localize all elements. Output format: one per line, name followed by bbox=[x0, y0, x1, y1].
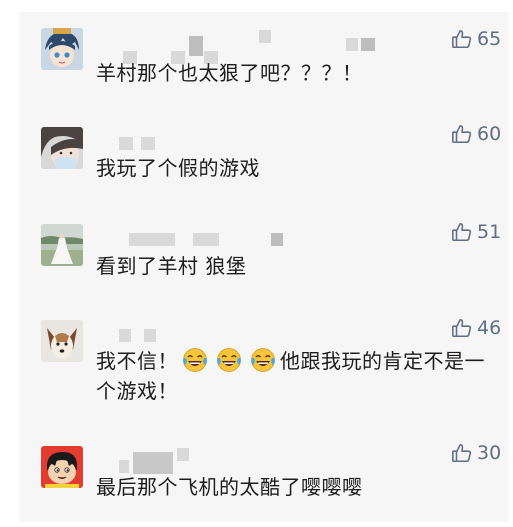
dog-icon bbox=[41, 320, 83, 362]
thumbs-up-icon bbox=[452, 318, 472, 338]
like-button[interactable]: 30 bbox=[451, 442, 501, 464]
like-count: 51 bbox=[477, 221, 502, 243]
person-face-icon bbox=[41, 127, 83, 169]
comment-item: 46 我不信！ 他跟我玩的肯定不是一个游戏！ bbox=[19, 302, 509, 430]
like-count: 60 bbox=[477, 123, 502, 145]
comment-item: 51 看到了羊村 狼堡 bbox=[19, 205, 509, 302]
avatar[interactable] bbox=[41, 224, 83, 266]
thumbs-up-icon bbox=[452, 222, 472, 242]
username-redacted bbox=[99, 137, 199, 151]
like-count: 65 bbox=[477, 28, 502, 50]
wedding-photo-icon bbox=[41, 224, 83, 266]
like-button[interactable]: 46 bbox=[451, 317, 501, 339]
username-redacted bbox=[99, 233, 399, 247]
laughing-tears-emoji bbox=[251, 348, 275, 372]
thumbs-up-icon bbox=[452, 124, 472, 144]
comment-text: 最后那个飞机的太酷了嘤嘤嘤 bbox=[96, 475, 363, 499]
cartoon-boy-icon bbox=[41, 446, 83, 488]
comment-text: 看到了羊村 狼堡 bbox=[96, 254, 247, 278]
comment-item: 60 我玩了个假的游戏 bbox=[19, 107, 509, 205]
comment-item: 65 羊村那个也太狠了吧？？？！ bbox=[19, 12, 509, 107]
username-redacted bbox=[99, 30, 399, 64]
comment-item: 30 最后那个飞机的太酷了嘤嘤嘤 bbox=[19, 430, 509, 522]
comment-text: 我玩了个假的游戏 bbox=[96, 156, 260, 180]
comment-text: 羊村那个也太狠了吧？？？！ bbox=[96, 61, 363, 85]
avatar[interactable] bbox=[41, 320, 83, 362]
thumbs-up-icon bbox=[452, 29, 472, 49]
username-redacted bbox=[99, 448, 299, 474]
like-count: 30 bbox=[477, 442, 502, 464]
avatar[interactable] bbox=[41, 446, 83, 488]
laughing-tears-emoji bbox=[183, 348, 207, 372]
anime-character-icon bbox=[41, 28, 83, 70]
comment-text-part: 我不信！ bbox=[96, 349, 178, 373]
like-count: 46 bbox=[477, 317, 502, 339]
comment-text: 我不信！ 他跟我玩的肯定不是一个游戏！ bbox=[96, 346, 503, 406]
username-redacted bbox=[99, 329, 199, 343]
avatar[interactable] bbox=[41, 127, 83, 169]
like-button[interactable]: 60 bbox=[451, 123, 501, 145]
laughing-tears-emoji bbox=[217, 348, 241, 372]
like-button[interactable]: 51 bbox=[451, 221, 501, 243]
like-button[interactable]: 65 bbox=[451, 28, 501, 50]
thumbs-up-icon bbox=[452, 443, 472, 463]
avatar[interactable] bbox=[41, 28, 83, 70]
